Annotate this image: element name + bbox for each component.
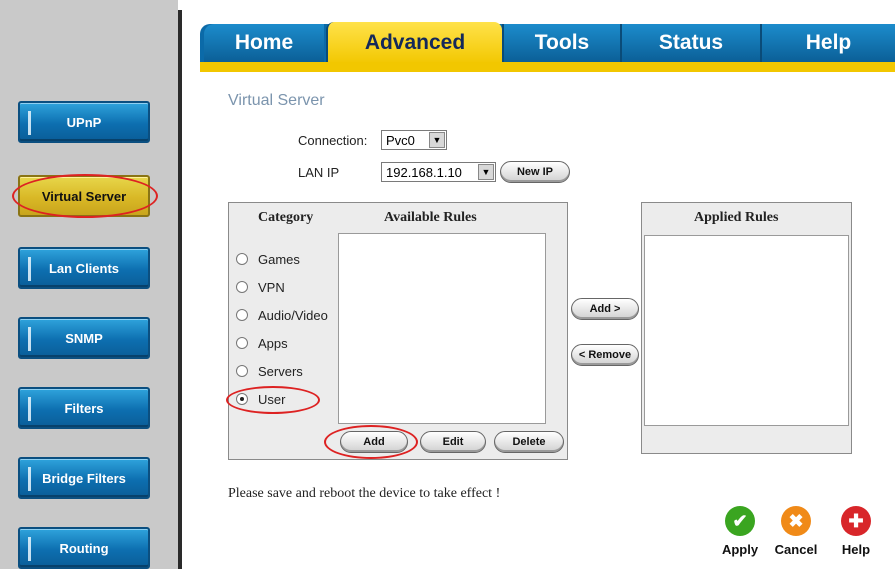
sidebar-item-label: Filters: [64, 400, 104, 416]
radio-button[interactable]: [236, 253, 248, 265]
sidebar-item-routing[interactable]: Routing: [18, 527, 150, 569]
cancel-label: Cancel: [774, 542, 818, 557]
tab-label: Help: [805, 31, 852, 54]
apply-label: Apply: [721, 542, 759, 557]
tab-label: Home: [234, 31, 294, 54]
button-notch: [28, 327, 31, 351]
sidebar-item-label: Routing: [59, 540, 109, 556]
sidebar-item-snmp[interactable]: SNMP: [18, 317, 150, 359]
remove-rule-button[interactable]: < Remove: [571, 344, 639, 366]
button-notch: [28, 111, 31, 135]
available-rules-list[interactable]: [338, 233, 546, 424]
sidebar-item-label: Lan Clients: [48, 260, 120, 276]
category-label: Servers: [258, 363, 303, 379]
connection-label: Connection:: [298, 133, 368, 148]
sidebar-item-upnp[interactable]: UPnP: [18, 101, 150, 143]
cancel-button[interactable]: ✖ Cancel: [774, 506, 818, 557]
lan-ip-value: 192.168.1.10: [386, 164, 462, 180]
lan-ip-label: LAN IP: [298, 165, 340, 180]
category-games[interactable]: Games: [236, 250, 300, 268]
tab-home[interactable]: Home: [204, 24, 324, 62]
highlight-ring-virtual-server: [12, 174, 158, 218]
tab-strip: [200, 62, 895, 72]
sidebar-item-label: Bridge Filters: [42, 470, 126, 486]
category-vpn[interactable]: VPN: [236, 278, 285, 296]
radio-button[interactable]: [236, 337, 248, 349]
category-audio-video[interactable]: Audio/Video: [236, 306, 328, 324]
category-label: Apps: [258, 335, 288, 351]
chevron-down-icon: ▼: [429, 132, 445, 148]
new-ip-button[interactable]: New IP: [500, 161, 570, 183]
sidebar-item-lan-clients[interactable]: Lan Clients: [18, 247, 150, 289]
edit-button[interactable]: Edit: [420, 431, 486, 453]
radio-button[interactable]: [236, 309, 248, 321]
category-header: Category: [258, 210, 314, 225]
apply-button[interactable]: ✔ Apply: [718, 506, 762, 557]
checkmark-icon: ✔: [725, 506, 755, 536]
help-label: Help: [841, 542, 871, 557]
connection-select[interactable]: Pvc0 ▼: [381, 130, 447, 150]
applied-rules-header: Applied Rules: [694, 210, 779, 225]
highlight-ring-add: [324, 425, 418, 459]
button-notch: [28, 467, 31, 491]
help-button[interactable]: ✚ Help: [834, 506, 878, 557]
applied-rules-list[interactable]: [644, 235, 849, 426]
tab-advanced[interactable]: Advanced: [326, 22, 502, 64]
highlight-ring-user: [226, 386, 320, 414]
sidebar-item-label: SNMP: [65, 330, 103, 346]
delete-button[interactable]: Delete: [494, 431, 564, 453]
sidebar-item-filters[interactable]: Filters: [18, 387, 150, 429]
chevron-down-icon: ▼: [478, 164, 494, 180]
available-rules-header: Available Rules: [384, 210, 477, 225]
tab-help[interactable]: Help: [760, 24, 895, 62]
reboot-note: Please save and reboot the device to tak…: [228, 486, 501, 501]
category-apps[interactable]: Apps: [236, 334, 288, 352]
sidebar-item-bridge-filters[interactable]: Bridge Filters: [18, 457, 150, 499]
radio-button[interactable]: [236, 365, 248, 377]
tab-tools[interactable]: Tools: [502, 24, 620, 62]
category-servers[interactable]: Servers: [236, 362, 303, 380]
category-label: Games: [258, 251, 300, 267]
lan-ip-select[interactable]: 192.168.1.10 ▼: [381, 162, 496, 182]
cancel-icon: ✖: [781, 506, 811, 536]
tab-label: Status: [658, 31, 724, 54]
add-rule-button[interactable]: Add >: [571, 298, 639, 320]
help-plus-icon: ✚: [841, 506, 871, 536]
button-notch: [28, 397, 31, 421]
tab-label: Tools: [534, 31, 590, 54]
button-notch: [28, 257, 31, 281]
tab-label: Advanced: [364, 31, 466, 54]
category-label: VPN: [258, 279, 285, 295]
button-notch: [28, 537, 31, 561]
sidebar-item-label: UPnP: [66, 114, 102, 130]
tab-status[interactable]: Status: [620, 24, 760, 62]
category-label: Audio/Video: [258, 307, 328, 323]
connection-value: Pvc0: [386, 132, 415, 148]
sidebar-divider: [178, 10, 182, 569]
radio-button[interactable]: [236, 281, 248, 293]
page-title: Virtual Server: [228, 92, 325, 109]
